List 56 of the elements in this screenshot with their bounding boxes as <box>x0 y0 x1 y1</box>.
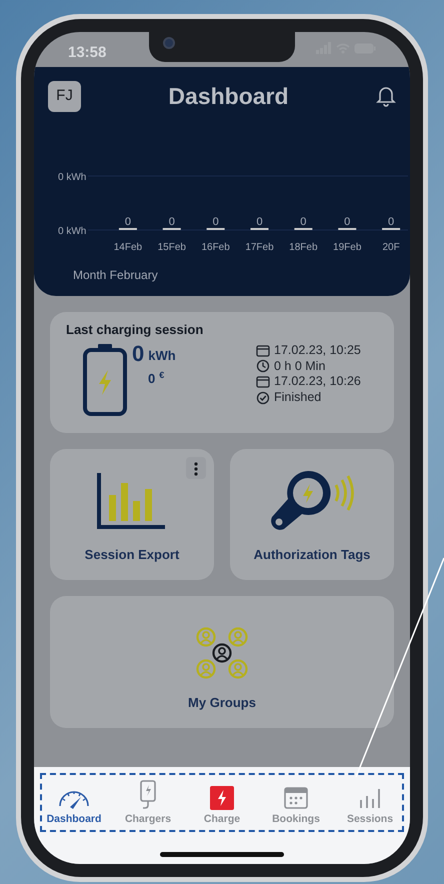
x-tick-label: 18Feb <box>289 242 318 252</box>
y-tick-label: 0 kWh <box>58 226 86 236</box>
x-tick-label: 17Feb <box>245 242 274 252</box>
lightning-icon <box>210 786 234 810</box>
value-label: 0 <box>124 216 131 228</box>
value-label: 0 <box>168 216 175 228</box>
value-label: 0 <box>256 216 263 228</box>
bell-icon[interactable] <box>376 85 396 108</box>
avatar[interactable]: FJ <box>48 80 81 112</box>
session-detail: 17.02.23, 10:25 <box>274 343 361 359</box>
session-detail: Finished <box>274 390 322 406</box>
calendar-icon <box>284 786 308 810</box>
nav-tab[interactable]: Charge <box>192 779 252 828</box>
value-label: 0 <box>344 216 350 228</box>
value-label: 0 <box>212 216 219 228</box>
x-tick-label: 16Feb <box>201 242 230 252</box>
tile-label: Session Export <box>84 546 180 564</box>
tile-card[interactable]: Session Export <box>50 449 214 580</box>
energy-unit: kWh <box>148 346 176 364</box>
energy-value: 0 <box>132 343 144 365</box>
status-time: 13:58 <box>68 43 106 63</box>
kebab-icon <box>194 462 198 476</box>
cost-unit: € <box>159 369 164 382</box>
y-tick-label: 0 kWh <box>58 172 86 182</box>
speedometer-icon <box>57 788 91 810</box>
x-tick-label: 19Feb <box>333 242 362 252</box>
tile-label: My Groups <box>188 694 256 712</box>
camera-icon <box>163 37 175 49</box>
people-network-icon <box>196 626 248 678</box>
nav-tab[interactable]: Dashboard <box>44 779 104 828</box>
bar-chart-icon <box>358 786 382 810</box>
cost-value: 0 <box>148 370 156 388</box>
x-tick-label: 14Feb <box>114 242 142 252</box>
nav-tab[interactable]: Bookings <box>266 779 326 828</box>
session-detail: 0 h 0 Min <box>274 358 326 374</box>
tile-card[interactable]: My Groups <box>50 596 394 728</box>
more-menu-button[interactable] <box>186 457 206 479</box>
tile-card[interactable]: Authorization Tags <box>230 449 394 580</box>
calendar-icon <box>256 375 270 390</box>
charger-icon <box>137 780 159 810</box>
calendar-icon <box>256 344 270 358</box>
value-label: 0 <box>388 216 394 228</box>
session-detail: 17.02.23, 10:26 <box>274 374 361 390</box>
value-label: 0 <box>300 216 306 228</box>
session-card[interactable]: Last charging session 0 kWh 0 € 17.02.23, 10:25 0 h 0 Min 17.02.23, 10:26 Finished <box>50 312 394 433</box>
tile-label: Authorization Tags <box>254 546 370 564</box>
page-title: Dashboard <box>168 82 289 111</box>
x-tick-label: 20F <box>382 242 400 252</box>
check-circle-icon <box>256 390 270 405</box>
nav-tab[interactable]: Chargers <box>118 779 178 828</box>
battery-charging-icon <box>82 343 128 417</box>
x-tick-label: 15Feb <box>158 242 186 252</box>
chart-caption: Month February <box>72 266 159 284</box>
section-title: Last charging session <box>66 320 204 339</box>
clock-icon <box>256 359 270 374</box>
nav-tab[interactable]: Sessions <box>340 779 400 828</box>
